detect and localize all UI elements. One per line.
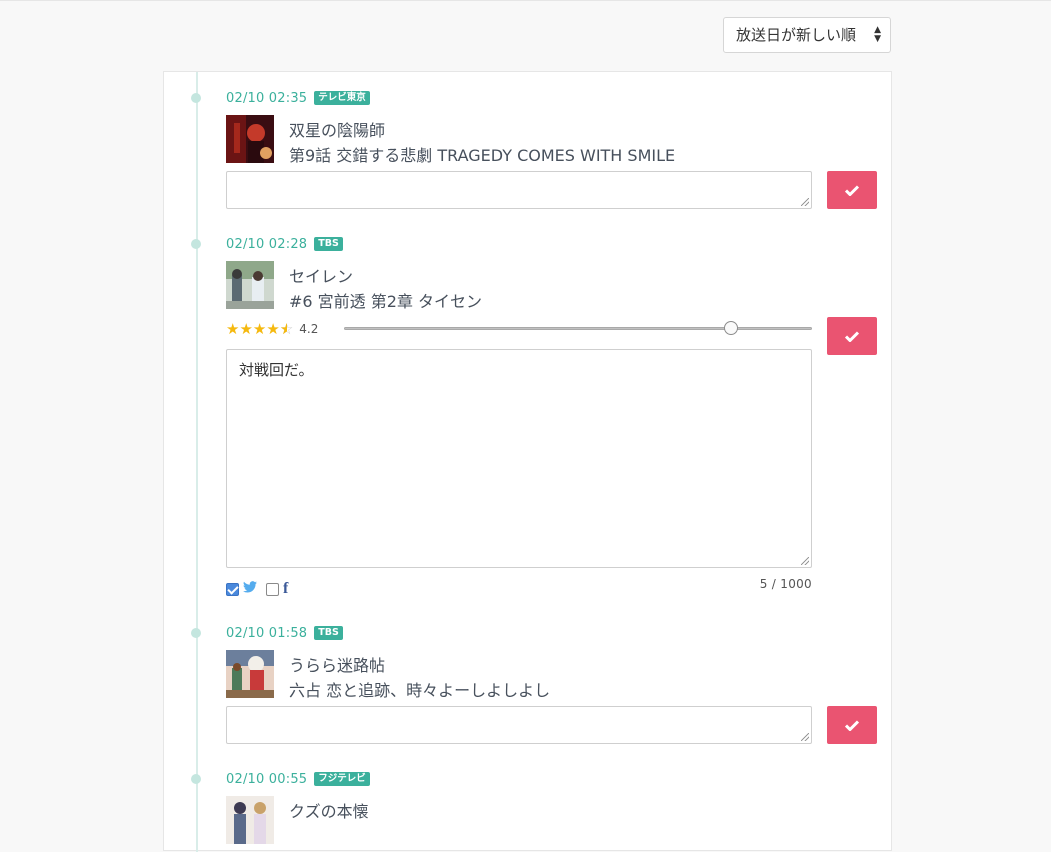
anime-thumbnail[interactable] [226, 650, 274, 698]
check-icon [845, 184, 859, 196]
air-time: 02/10 01:58 [226, 625, 308, 641]
twitter-icon [243, 581, 257, 597]
channel-badge: テレビ東京 [314, 91, 370, 105]
air-time: 02/10 02:28 [226, 236, 308, 252]
episode-title: #6 宮前透 第2章 タイセン [289, 292, 483, 311]
comment-text: 対戦回だ。 [239, 361, 314, 379]
resize-handle[interactable] [801, 733, 809, 741]
rating-value: 4.2 [299, 322, 319, 336]
episode-title: 第9話 交錯する悲劇 TRAGEDY COMES WITH SMILE [289, 146, 676, 165]
comment-textarea[interactable]: 対戦回だ。 [226, 349, 812, 568]
anime-title[interactable]: クズの本懐 [289, 798, 369, 822]
facebook-share-checkbox[interactable] [266, 582, 279, 596]
check-in-button[interactable] [827, 317, 877, 355]
timeline-line [196, 72, 198, 852]
share-options: f [226, 580, 288, 598]
star-icon: ★ [252, 319, 267, 338]
star-icon: ★ [226, 319, 240, 338]
episode-title: 六占 恋と追跡、時々よーしよしよし [289, 681, 551, 700]
timeline-dot [191, 628, 201, 638]
sort-caret-icon: ▲ ▼ [874, 25, 881, 44]
check-in-button[interactable] [827, 706, 877, 744]
rating-slider-thumb[interactable] [724, 321, 738, 335]
star-half-icon: ☆ ★ [279, 319, 294, 338]
channel-badge: TBS [314, 237, 343, 251]
anime-title[interactable]: 双星の陰陽師 [289, 117, 385, 141]
sort-select[interactable]: 放送日が新しい順 ▲ ▼ [723, 17, 891, 53]
episode-meta: 02/10 01:58 TBS [226, 624, 343, 642]
episode-meta: 02/10 00:55 フジテレビ [226, 770, 370, 788]
episode-meta: 02/10 02:28 TBS [226, 235, 343, 253]
air-time: 02/10 02:35 [226, 90, 308, 106]
rating-slider-track[interactable] [344, 327, 812, 330]
anime-thumbnail[interactable] [226, 796, 274, 844]
check-in-button[interactable] [827, 171, 877, 209]
episode-meta: 02/10 02:35 テレビ東京 [226, 89, 370, 107]
star-icon: ★ [239, 319, 253, 338]
facebook-icon: f [283, 580, 289, 597]
timeline-panel: 02/10 02:35 テレビ東京 双星の陰陽師 第9話 交錯する悲劇 TRAG… [163, 71, 892, 852]
comment-textarea[interactable] [226, 171, 812, 209]
twitter-share-checkbox[interactable] [226, 582, 239, 596]
star-icon: ★ [266, 319, 280, 338]
check-icon [845, 719, 859, 731]
channel-badge: フジテレビ [314, 772, 370, 786]
timeline-dot [191, 93, 201, 103]
anime-thumbnail[interactable] [226, 115, 274, 163]
resize-handle[interactable] [801, 198, 809, 206]
channel-badge: TBS [314, 626, 343, 640]
timeline-dot [191, 239, 201, 249]
comment-textarea[interactable] [226, 706, 812, 744]
rating-stars: ★ ★ ★ ★ ☆ ★ 4.2 [226, 320, 318, 338]
char-counter: 5 / 1000 [759, 577, 812, 591]
anime-thumbnail[interactable] [226, 261, 274, 309]
anime-title[interactable]: セイレン [289, 263, 353, 287]
timeline-dot [191, 774, 201, 784]
resize-handle[interactable] [801, 557, 809, 565]
air-time: 02/10 00:55 [226, 771, 308, 787]
check-icon [845, 330, 859, 342]
sort-select-label: 放送日が新しい順 [736, 26, 857, 44]
anime-title[interactable]: うらら迷路帖 [289, 652, 385, 676]
top-divider [0, 0, 1051, 1]
